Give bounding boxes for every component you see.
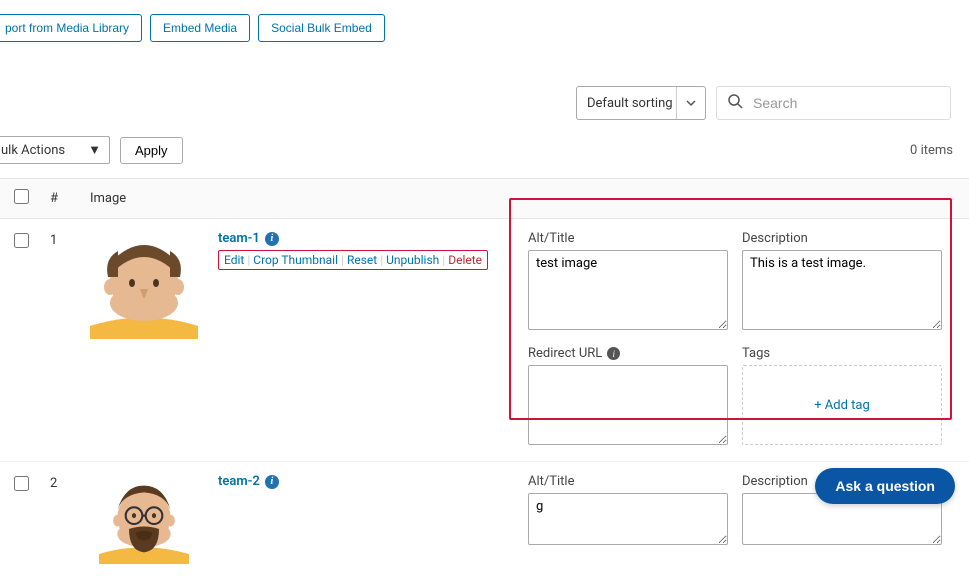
items-count: 0 items: [910, 143, 953, 158]
bulk-actions-row: ulk Actions ▼ Apply 0 items: [0, 130, 969, 178]
crop-thumbnail-link[interactable]: Crop Thumbnail: [253, 253, 338, 267]
column-image: Image: [90, 191, 126, 206]
row-actions: Edit| Crop Thumbnail| Reset| Unpublish| …: [218, 250, 488, 270]
info-icon[interactable]: i: [607, 347, 620, 360]
apply-button[interactable]: Apply: [120, 137, 183, 164]
search-input[interactable]: [753, 95, 940, 111]
embed-media-button[interactable]: Embed Media: [150, 14, 250, 42]
redirect-url-textarea[interactable]: [528, 365, 728, 445]
table-header: # Image: [0, 178, 969, 219]
top-action-bar: port from Media Library Embed Media Soci…: [0, 0, 969, 56]
sort-select-label: Default sorting: [587, 96, 673, 111]
delete-link[interactable]: Delete: [448, 253, 482, 267]
import-library-button[interactable]: port from Media Library: [0, 14, 142, 42]
info-icon[interactable]: i: [265, 232, 279, 246]
row-checkbox[interactable]: [14, 476, 29, 491]
column-number: #: [50, 191, 70, 206]
alt-title-label: Alt/Title: [528, 231, 728, 246]
search-box[interactable]: [716, 86, 951, 120]
caret-down-icon: ▼: [88, 142, 101, 158]
row-thumbnail[interactable]: [90, 474, 198, 564]
alt-title-label: Alt/Title: [528, 474, 728, 489]
select-all-checkbox[interactable]: [14, 189, 29, 204]
add-tag-button[interactable]: + Add tag: [814, 398, 870, 413]
alt-title-textarea[interactable]: [528, 250, 728, 330]
social-bulk-embed-button[interactable]: Social Bulk Embed: [258, 14, 385, 42]
table-row: 1 team-1 i Edit| Crop Thumbnail| Reset| …: [0, 219, 969, 462]
row-checkbox[interactable]: [14, 233, 29, 248]
tags-label: Tags: [742, 346, 942, 361]
search-icon: [727, 93, 743, 113]
row-title[interactable]: team-2 i: [218, 474, 508, 489]
unpublish-link[interactable]: Unpublish: [386, 253, 439, 267]
chevron-down-icon: [676, 87, 697, 119]
row-thumbnail[interactable]: [90, 231, 198, 339]
row-title[interactable]: team-1 i: [218, 231, 508, 246]
sort-select[interactable]: Default sorting: [576, 86, 706, 120]
edit-link[interactable]: Edit: [224, 253, 244, 267]
tags-box[interactable]: + Add tag: [742, 365, 942, 445]
redirect-url-label: Redirect URL i: [528, 346, 728, 361]
bulk-actions-label: ulk Actions: [1, 143, 65, 158]
row-fields: Alt/Title Description Redirect URL i Tag…: [528, 231, 953, 449]
controls-row: Default sorting: [0, 56, 969, 130]
row-number: 1: [50, 231, 70, 248]
info-icon[interactable]: i: [265, 475, 279, 489]
reset-link[interactable]: Reset: [347, 253, 377, 267]
bulk-actions-select[interactable]: ulk Actions ▼: [0, 136, 110, 164]
description-label: Description: [742, 231, 942, 246]
row-number: 2: [50, 474, 70, 491]
ask-question-button[interactable]: Ask a question: [815, 468, 955, 504]
description-textarea[interactable]: [742, 250, 942, 330]
alt-title-textarea[interactable]: [528, 493, 728, 545]
